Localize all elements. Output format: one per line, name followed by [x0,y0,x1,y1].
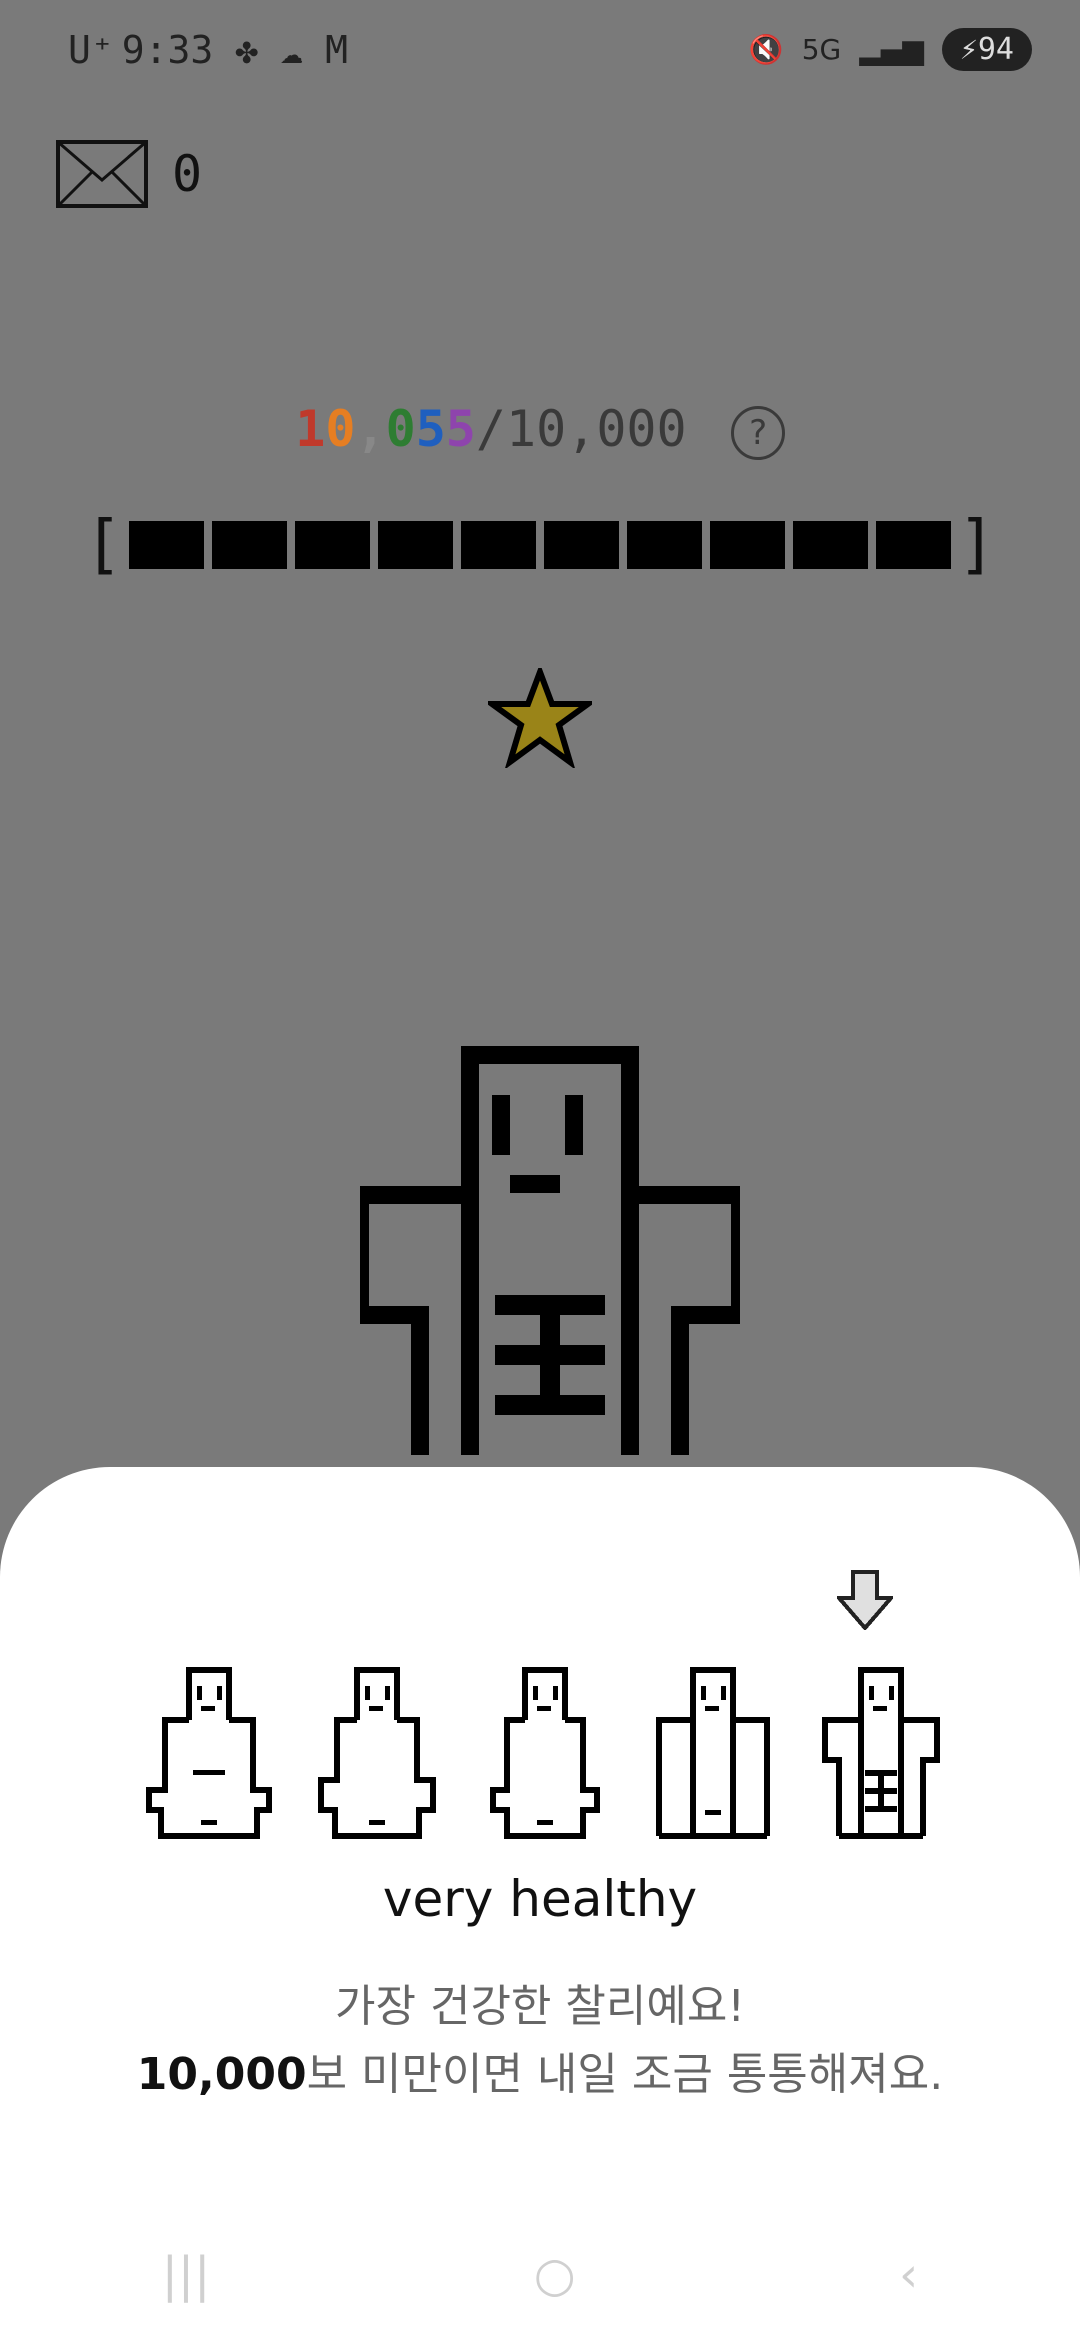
signal-icon: ▂▄▆ [859,33,924,66]
back-button[interactable]: ‹ [899,2247,918,2303]
level-description-rest: 보 미만이면 내일 조금 통통해져요. [306,2049,944,2100]
level-figure-2 [318,1667,436,1839]
home-button[interactable]: ○ [534,2247,576,2303]
mailbox[interactable]: 0 [56,140,202,208]
network-type: 5G [801,33,842,66]
mute-icon: 🔇 [748,33,784,66]
step-digit: 1 [295,400,326,458]
recent-apps-button[interactable]: ||| [162,2247,211,2303]
step-digit: , [355,400,386,458]
progress-block [128,521,204,569]
progress-block [377,521,453,569]
current-steps: 10,055 [295,400,476,458]
battery-indicator: ⚡94 [941,28,1032,71]
progress-block [876,521,952,569]
step-digit: 5 [415,400,446,458]
charlie-character [360,1046,740,1455]
star-icon [488,668,592,768]
carrier-label: U⁺ [68,28,114,72]
step-goal: /10,000 [475,400,687,458]
envelope-icon [56,140,148,208]
progress-block [460,521,536,569]
level-title: very healthy [382,1870,698,1928]
gmail-icon: M [325,28,348,72]
progress-block [294,521,370,569]
status-bar: U⁺ 9:33 ✤ ☁ M 🔇 5G ▂▄▆ ⚡94 [0,0,1080,110]
progress-block [211,521,287,569]
level-row [145,1570,945,1840]
step-digit: 0 [325,400,356,458]
step-counter: 10,055/10,000 ? [0,400,1080,460]
progress-block [544,521,620,569]
step-progress-bar: [ ] [84,508,996,582]
bracket-left: [ [84,508,123,582]
progress-block [627,521,703,569]
progress-blocks [128,521,952,569]
level-description-line2: 10,000보 미만이면 내일 조금 통통해져요. [0,2038,1080,2102]
step-threshold: 10,000 [136,2049,307,2100]
level-figure-1 [146,1667,272,1839]
progress-block [793,521,869,569]
clock: 9:33 [121,28,214,72]
fan-icon: ✤ [235,28,259,72]
level-figure-4 [656,1667,770,1839]
level-figure-5-current [822,1667,940,1839]
step-digit: 5 [445,400,476,458]
mail-count: 0 [172,145,203,203]
system-navigation-bar: ||| ○ ‹ [0,2220,1080,2330]
progress-block [710,521,786,569]
level-description-line1: 가장 건강한 찰리예요! [335,1981,745,2032]
help-icon[interactable]: ? [730,405,785,460]
step-digit: 0 [385,400,416,458]
cloud-icon: ☁ [280,28,304,72]
battery-level: 94 [977,32,1014,67]
bracket-right: ] [957,508,996,582]
level-figure-3 [490,1667,600,1839]
